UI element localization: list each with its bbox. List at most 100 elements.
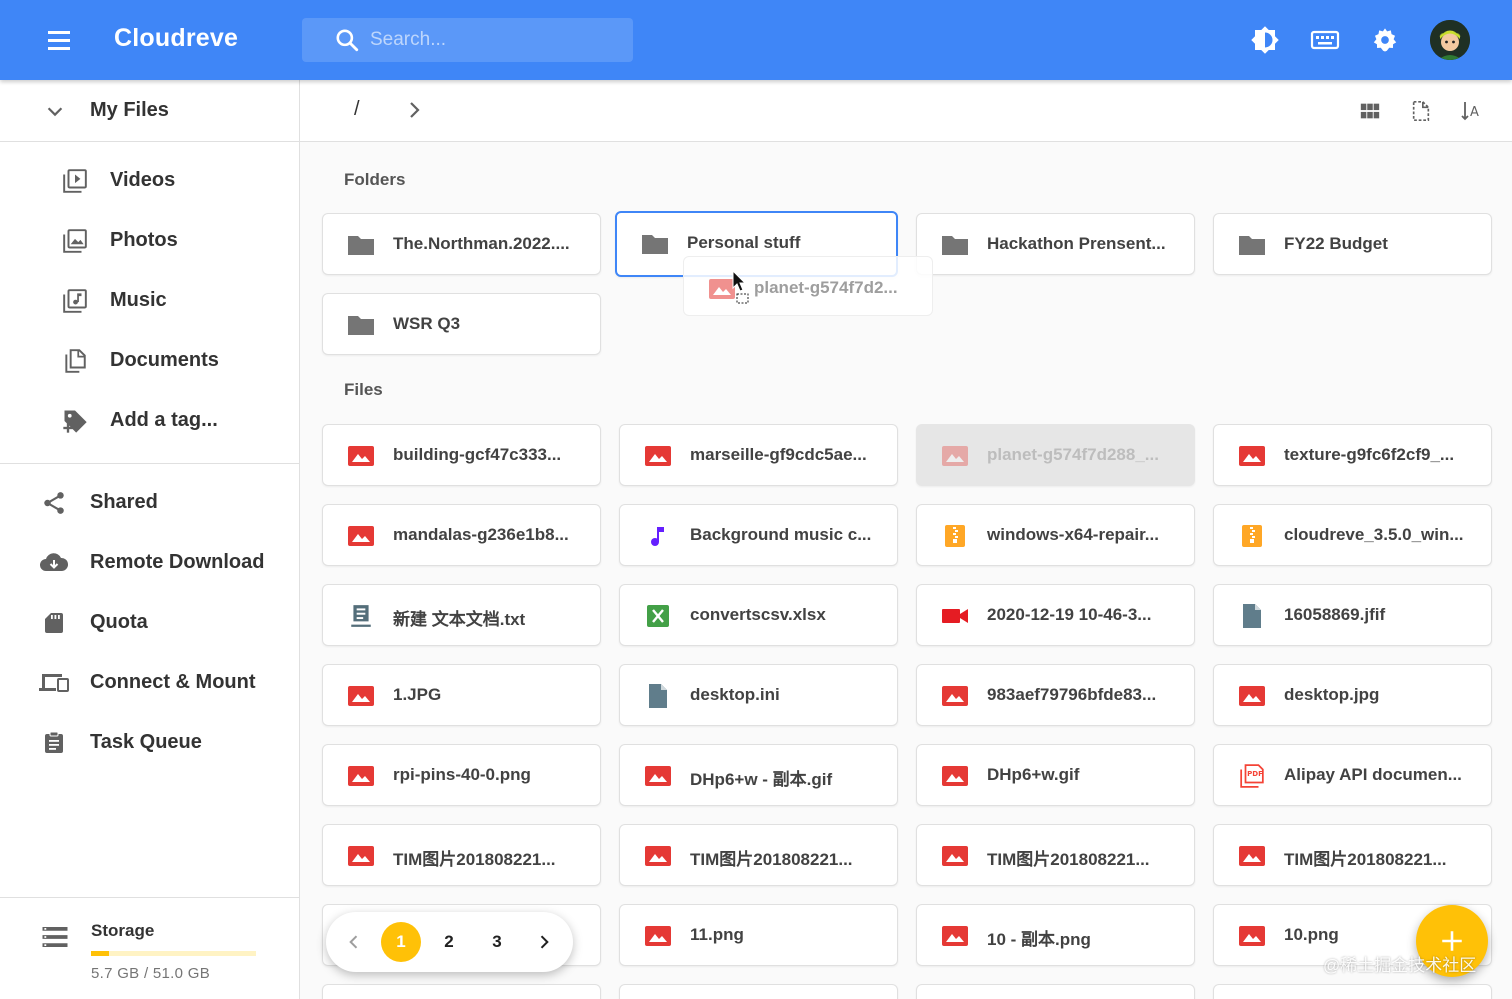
sidebar-item-quota[interactable]: Quota [0,595,300,651]
file-card[interactable]: convertscsv.xlsx [619,584,898,646]
file-card[interactable]: 2020-12-19 10-46-3... [916,584,1195,646]
file-card[interactable]: marseille-gf9cdc5ae... [619,424,898,486]
drag-preview-name: planet-g574f7d2... [754,278,898,297]
sidebar-item-label: Music [110,289,167,311]
page-button-3[interactable]: 3 [477,922,517,962]
image-file-icon [644,924,672,948]
file-card[interactable]: desktop.ini [619,664,898,726]
folder-card[interactable]: WSR Q3 [322,293,601,355]
storage-progress-fill [91,951,110,956]
file-card[interactable]: TIM图片201808221... [1213,824,1492,886]
sidebar: My Files Videos Photos Music Documents A… [0,80,300,999]
file-card[interactable]: 10 - 副本.png [916,904,1195,966]
file-card[interactable]: rpi-pins-40-0.png [322,744,601,806]
file-card-partial[interactable] [322,984,601,999]
clipboard-icon [38,728,70,758]
storage-title: Storage [91,921,155,940]
generic-file-icon [644,684,672,708]
user-avatar[interactable] [1430,20,1470,60]
folder-card[interactable]: FY22 Budget [1213,213,1492,275]
search-input[interactable] [370,29,610,51]
prev-page-icon[interactable] [342,930,366,954]
grid-view-icon[interactable] [1357,98,1383,124]
file-card[interactable]: 1.JPG [322,664,601,726]
sidebar-item-label: Task Queue [90,731,202,753]
add-tag-icon [60,406,90,436]
file-card[interactable]: Background music c... [619,504,898,566]
text-file-icon [347,604,375,628]
file-card-name: convertscsv.xlsx [690,605,826,624]
file-card[interactable]: TIM图片201808221... [322,824,601,886]
image-file-icon [644,764,672,788]
sidebar-item-documents[interactable]: Documents [0,333,300,389]
sidebar-my-files[interactable]: My Files [0,80,300,142]
archive-file-icon [1238,524,1266,548]
theme-toggle-icon[interactable] [1245,20,1285,60]
file-card[interactable]: building-gcf47c333... [322,424,601,486]
sidebar-item-label: Quota [90,611,148,633]
file-card-name: planet-g574f7d288_... [987,445,1159,464]
file-card[interactable]: 16058869.jfif [1213,584,1492,646]
page-button-1[interactable]: 1 [381,922,421,962]
image-file-icon [347,764,375,788]
keyboard-icon[interactable] [1305,20,1345,60]
sidebar-item-music[interactable]: Music [0,273,300,329]
file-card-name: cloudreve_3.5.0_win... [1284,525,1464,544]
file-card[interactable]: texture-g9fc6f2cf9_... [1213,424,1492,486]
breadcrumb-root[interactable]: / [354,98,360,121]
file-card-name: desktop.ini [690,685,780,704]
file-card[interactable]: 11.png [619,904,898,966]
chevron-right-icon[interactable] [402,98,426,122]
file-card[interactable]: 新建 文本文档.txt [322,584,601,646]
sidebar-item-shared[interactable]: Shared [0,475,300,531]
file-card-name: mandalas-g236e1b8... [393,525,569,544]
file-card[interactable]: planet-g574f7d288_... [916,424,1195,486]
file-card-name: Background music c... [690,525,872,544]
file-card-partial[interactable] [916,984,1195,999]
sidebar-item-connect-mount[interactable]: Connect & Mount [0,655,300,711]
folder-card[interactable]: Hackathon Prensent... [916,213,1195,275]
select-file-icon[interactable] [1408,98,1434,124]
file-card[interactable]: PDF Alipay API documen... [1213,744,1492,806]
folder-card[interactable]: The.Northman.2022.... [322,213,601,275]
search-box[interactable] [302,18,633,62]
file-card-partial[interactable] [1213,984,1492,999]
sidebar-item-photos[interactable]: Photos [0,213,300,269]
next-page-icon[interactable] [532,930,556,954]
sidebar-item-label: Shared [90,491,158,513]
storage-usage: 5.7 GB / 51.0 GB [91,965,211,982]
svg-text:PDF: PDF [1247,769,1263,778]
generic-file-icon [1238,604,1266,628]
sidebar-item-task-queue[interactable]: Task Queue [0,715,300,771]
file-card-name: DHp6+w - 副本.gif [690,770,833,789]
file-card-name: marseille-gf9cdc5ae... [690,445,867,464]
file-card-name: TIM图片201808221... [1284,850,1447,869]
app-title[interactable]: Cloudreve [114,24,238,53]
chevron-down-icon[interactable] [44,100,66,122]
devices-icon [38,668,70,698]
settings-gear-icon[interactable] [1365,20,1405,60]
image-file-icon [644,844,672,868]
sidebar-item-add-tag[interactable]: Add a tag... [0,393,300,449]
file-card-name: Alipay API documen... [1284,765,1462,784]
page-button-2[interactable]: 2 [429,922,469,962]
my-files-label: My Files [90,99,169,121]
sort-icon[interactable]: A [1458,98,1484,124]
folder-icon [641,232,669,256]
file-card[interactable]: desktop.jpg [1213,664,1492,726]
file-card[interactable]: DHp6+w.gif [916,744,1195,806]
file-card-partial[interactable] [619,984,898,999]
file-card[interactable]: TIM图片201808221... [916,824,1195,886]
sidebar-item-remote-download[interactable]: Remote Download [0,535,300,591]
file-card[interactable]: cloudreve_3.5.0_win... [1213,504,1492,566]
file-card[interactable]: TIM图片201808221... [619,824,898,886]
file-card[interactable]: windows-x64-repair... [916,504,1195,566]
file-card[interactable]: 983aef79796bfde83... [916,664,1195,726]
folder-icon [347,233,375,257]
sidebar-item-videos[interactable]: Videos [0,153,300,209]
file-card[interactable]: DHp6+w - 副本.gif [619,744,898,806]
image-file-icon [347,684,375,708]
file-card[interactable]: mandalas-g236e1b8... [322,504,601,566]
documents-icon [60,346,90,376]
menu-icon[interactable] [40,22,78,58]
